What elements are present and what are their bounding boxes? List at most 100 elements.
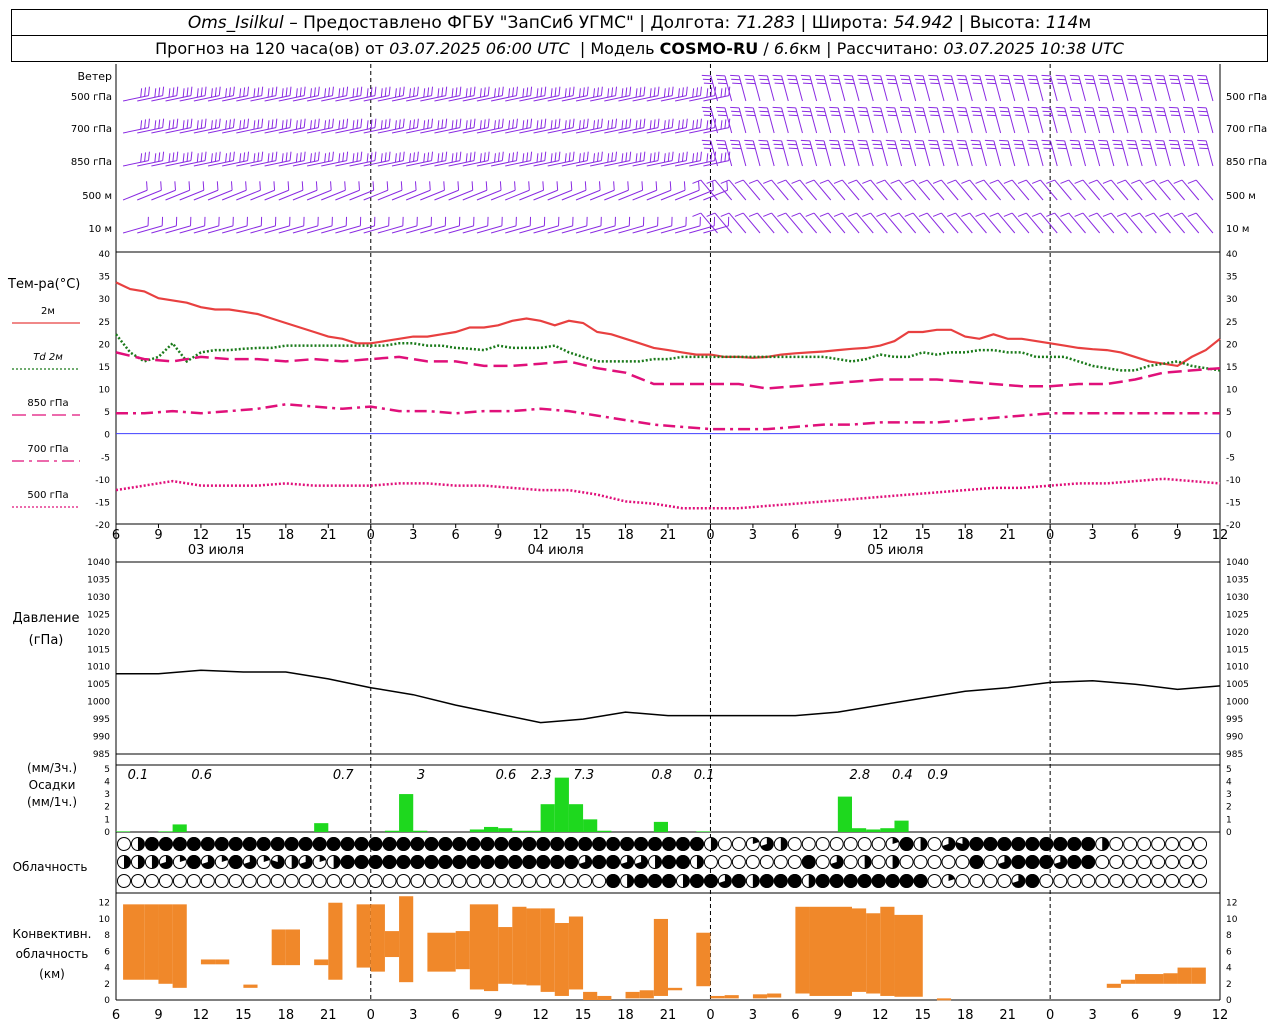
wind-barb <box>179 189 204 201</box>
wind-barb <box>476 225 503 234</box>
cloud-cover-fill <box>340 855 355 869</box>
wind-barb-feather <box>975 212 985 217</box>
wind-barb <box>674 189 700 201</box>
time-tick-label: 12 <box>1212 1008 1229 1023</box>
precip-bar <box>469 829 484 832</box>
cloud-cover-symbol <box>955 855 970 869</box>
temp-axis-label: 20 <box>99 340 111 350</box>
temp-axis-label: -5 <box>101 453 110 463</box>
cloud-cover-fill <box>634 874 649 888</box>
wind-barb <box>870 212 888 234</box>
time-tick-label: 6 <box>112 528 120 543</box>
wind-barb-feather <box>431 151 434 161</box>
wind-barb <box>689 189 714 201</box>
wind-barb-feather <box>154 88 157 98</box>
pressure-axis-label: 1015 <box>87 645 110 655</box>
wind-barb-feather <box>497 119 500 129</box>
wind-barb-feather <box>639 152 642 162</box>
precip-bar <box>597 830 612 832</box>
wind-barb-feather <box>805 179 815 184</box>
wind-barb-feather <box>819 179 829 184</box>
wind-barb-feather <box>657 151 660 161</box>
cloud-cover-symbol <box>1165 837 1180 851</box>
wind-barb-feather <box>516 86 518 96</box>
cloud-cover-symbol <box>592 874 607 888</box>
wind-barb-feather <box>639 119 642 129</box>
wind-barb-feather <box>190 151 193 161</box>
wind-barb-feather <box>522 88 525 98</box>
cloud-cover-fill <box>144 837 159 851</box>
wind-barb-feather <box>706 88 709 98</box>
wind-barb-feather <box>819 212 829 217</box>
convective-cloud-bar <box>1120 979 1136 984</box>
day-label: 04 июля <box>528 543 584 558</box>
wind-barb-feather <box>140 153 143 163</box>
cloud-cover-fill <box>969 837 984 851</box>
cloud-cover-symbol <box>1123 837 1138 851</box>
cloud-cover-symbol <box>1067 874 1082 888</box>
wind-barb-feather <box>777 179 786 184</box>
wind-barb-feather <box>544 86 547 96</box>
cloud-cover-symbol <box>424 874 439 888</box>
wind-barb-feather <box>479 88 482 98</box>
cloud-cover-fill <box>340 837 355 851</box>
wind-barb-feather <box>696 119 699 129</box>
wind-barb-feather <box>720 179 730 184</box>
wind-barb <box>306 225 333 234</box>
wind-barb-feather <box>144 119 147 129</box>
wind-barb-feather <box>230 181 233 191</box>
cloud-cover-symbol <box>1151 837 1166 851</box>
wind-barb-feather <box>692 88 695 98</box>
convective-axis-label-right: 2 <box>1226 980 1232 990</box>
cloud-cover-fill <box>200 837 215 851</box>
wind-barb-feather <box>271 119 274 129</box>
cloud-cover-fill <box>829 874 844 888</box>
temp-axis-label-right: 20 <box>1226 340 1238 350</box>
wind-barb-feather <box>146 181 148 191</box>
wind-barb-feather <box>720 88 723 98</box>
temp-axis-label-right: 25 <box>1226 318 1237 328</box>
wind-barb-feather <box>380 88 383 98</box>
wind-barb-feather <box>182 153 185 163</box>
wind-barb-feather <box>607 153 610 163</box>
wind-barb <box>1110 179 1129 201</box>
cloud-cover-fill <box>592 855 607 869</box>
wind-barb-feather <box>394 88 397 98</box>
wind-barb-feather <box>204 86 207 96</box>
cloud-cover-fill <box>1039 855 1054 869</box>
cloud-cover-fill <box>172 837 187 851</box>
wind-barb <box>179 225 205 234</box>
wind-barb-feather <box>635 120 638 130</box>
wind-barb-feather <box>346 151 349 161</box>
time-tick-label: 9 <box>834 1008 842 1023</box>
wind-barb <box>165 189 190 201</box>
wind-barb-feather <box>487 118 490 128</box>
wind-barb-feather <box>514 181 516 191</box>
convective-axis-label: 10 <box>99 915 111 925</box>
convective-cloud-bar <box>526 908 541 986</box>
wind-barb-feather <box>289 86 292 96</box>
wind-barb-feather <box>332 151 334 161</box>
wind-barb-feather <box>229 119 231 129</box>
cloud-cover-symbol <box>871 837 886 851</box>
wind-barb <box>969 179 987 201</box>
pressure-axis-label: 1010 <box>87 663 110 673</box>
wind-barb <box>575 225 602 234</box>
cloud-cover-symbol <box>871 855 886 869</box>
wind-barb-feather <box>247 151 250 161</box>
wind-barb <box>618 225 644 234</box>
wind-barb-feather <box>615 118 618 128</box>
wind-barb <box>349 225 375 234</box>
wind-barb-feather <box>267 88 270 98</box>
wind-barb-feather <box>598 181 601 191</box>
cloud-cover-symbol <box>466 874 481 888</box>
precip-bar <box>116 831 131 832</box>
time-tick-label: 12 <box>193 528 210 543</box>
wind-barb-feather <box>176 151 179 161</box>
wind-barb-feather <box>370 152 373 162</box>
cloud-cover-fill <box>662 837 677 851</box>
cloud-cover-symbol <box>857 837 872 851</box>
wind-barb-feather <box>805 212 815 217</box>
wind-barb-feather <box>196 153 199 163</box>
time-tick-label: 9 <box>494 528 502 543</box>
